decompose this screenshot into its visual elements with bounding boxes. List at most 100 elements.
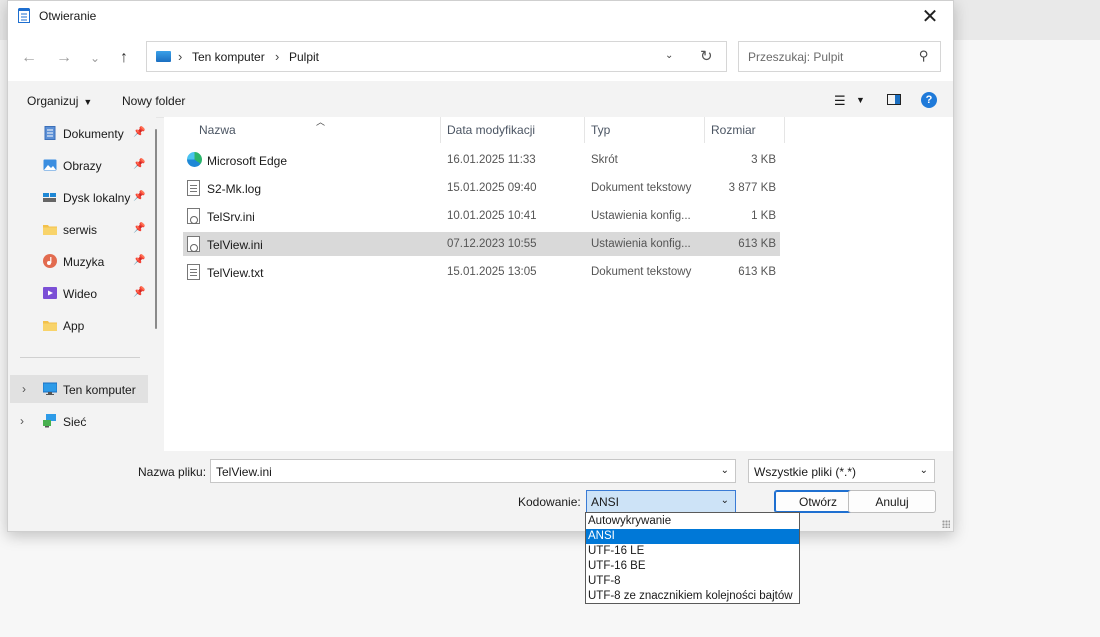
filetype-select[interactable]: Wszystkie pliki (*.*) ⌄ <box>748 459 935 483</box>
file-date: 16.01.2025 11:33 <box>447 154 536 166</box>
cancel-button[interactable]: Anuluj <box>848 490 936 513</box>
column-header-type[interactable]: Typ <box>591 123 610 137</box>
sidebar-item-app[interactable]: App <box>8 311 148 339</box>
file-row[interactable]: S2-Mk.log 15.01.2025 09:40 Dokument teks… <box>183 176 780 200</box>
file-date: 15.01.2025 09:40 <box>447 182 537 194</box>
sidebar-item-label: Dysk lokalny <box>63 191 131 205</box>
breadcrumb-ten-komputer[interactable]: Ten komputer <box>192 50 265 64</box>
text-file-icon <box>187 180 200 196</box>
chevron-down-icon[interactable]: ⌄ <box>721 465 729 476</box>
organize-menu[interactable]: Organizuj ▼ <box>27 94 92 108</box>
help-icon[interactable]: ? <box>921 92 937 108</box>
chevron-right-icon[interactable]: › <box>20 414 24 428</box>
chevron-down-icon[interactable]: ⌄ <box>665 50 673 61</box>
sidebar-item-label: Muzyka <box>63 255 105 269</box>
pin-icon: 📌 <box>133 287 146 298</box>
open-file-dialog: Otwieranie ✕ ← → ⌄ ↑ › Ten komputer › Pu… <box>7 0 954 532</box>
column-header-date[interactable]: Data modyfikacji <box>447 123 535 137</box>
sidebar-item-muzyka[interactable]: Muzyka 📌 <box>8 247 148 275</box>
sidebar-scrollbar[interactable] <box>155 129 157 329</box>
new-folder-button[interactable]: Nowy folder <box>122 94 185 108</box>
encoding-option[interactable]: UTF-8 ze znacznikiem kolejności bajtów <box>586 589 799 604</box>
sidebar-item-label: Wideo <box>63 287 98 301</box>
settings-file-icon <box>187 236 200 252</box>
navigation-bar: ← → ⌄ ↑ › Ten komputer › Pulpit ⌄ ↻ Prze… <box>8 31 953 81</box>
caret-down-icon[interactable]: ▼ <box>856 95 865 105</box>
column-divider[interactable] <box>784 117 785 143</box>
file-row[interactable]: TelSrv.ini 10.01.2025 10:41 Ustawienia k… <box>183 204 780 228</box>
column-header-name[interactable]: Nazwa <box>199 123 236 137</box>
sidebar-divider <box>20 357 140 358</box>
file-row[interactable]: Microsoft Edge 16.01.2025 11:33 Skrót 3 … <box>183 148 780 172</box>
search-placeholder: Przeszukaj: Pulpit <box>748 50 844 64</box>
encoding-value: ANSI <box>591 495 620 509</box>
sidebar-item-label: App <box>63 319 85 333</box>
filename-input[interactable]: TelView.ini ⌄ <box>210 459 736 483</box>
file-name: TelSrv.ini <box>207 210 255 224</box>
encoding-option[interactable]: UTF-16 LE <box>586 544 799 559</box>
resize-grip-icon[interactable] <box>942 520 950 528</box>
file-type: Ustawienia konfig... <box>591 210 691 222</box>
chevron-down-icon: ⌄ <box>919 465 928 476</box>
column-header-size[interactable]: Rozmiar <box>711 123 756 137</box>
file-row-selected[interactable]: TelView.ini 07.12.2023 10:55 Ustawienia … <box>183 232 780 256</box>
title-bar: Otwieranie ✕ <box>8 1 953 31</box>
recent-locations-button[interactable]: ⌄ <box>84 47 106 69</box>
pin-icon: 📌 <box>133 127 146 138</box>
network-icon <box>43 414 56 428</box>
pin-icon: 📌 <box>133 191 146 202</box>
encoding-dropdown-list: Autowykrywanie ANSI UTF-16 LE UTF-16 BE … <box>585 512 800 604</box>
file-row[interactable]: TelView.txt 15.01.2025 13:05 Dokument te… <box>183 260 780 284</box>
sidebar-item-label: Ten komputer <box>63 383 136 397</box>
encoding-option-selected[interactable]: ANSI <box>586 529 799 544</box>
sidebar-item-serwis[interactable]: serwis 📌 <box>8 215 148 243</box>
chevron-right-icon[interactable]: › <box>22 382 26 396</box>
file-type: Dokument tekstowy <box>591 182 692 194</box>
text-file-icon <box>187 264 200 280</box>
back-button[interactable]: ← <box>18 47 40 69</box>
encoding-select[interactable]: ANSI ⌄ <box>586 490 736 513</box>
dialog-footer: Nazwa pliku: TelView.ini ⌄ Wszystkie pli… <box>8 451 953 531</box>
filename-label: Nazwa pliku: <box>138 465 207 479</box>
navigation-pane: Dokumenty 📌 Obrazy 📌 Dysk lokalny 📌 serw… <box>8 117 156 451</box>
settings-file-icon <box>187 208 200 224</box>
pin-icon: 📌 <box>133 255 146 266</box>
encoding-option[interactable]: UTF-16 BE <box>586 559 799 574</box>
sidebar-item-obrazy[interactable]: Obrazy 📌 <box>8 151 148 179</box>
file-size: 3 877 KB <box>728 182 776 194</box>
sidebar-item-label: serwis <box>63 223 98 237</box>
file-type: Dokument tekstowy <box>591 266 692 278</box>
up-button[interactable]: ↑ <box>113 47 135 69</box>
column-divider[interactable] <box>440 117 441 143</box>
column-divider[interactable] <box>584 117 585 143</box>
notepad-icon <box>18 8 30 23</box>
computer-icon <box>156 51 171 62</box>
pictures-icon <box>43 159 57 171</box>
filename-value: TelView.ini <box>216 465 272 479</box>
encoding-option[interactable]: Autowykrywanie <box>586 514 799 529</box>
file-date: 10.01.2025 10:41 <box>447 210 537 222</box>
forward-button[interactable]: → <box>53 47 75 69</box>
close-button[interactable]: ✕ <box>907 1 953 31</box>
pin-icon: 📌 <box>133 159 146 170</box>
preview-pane-icon[interactable] <box>887 94 901 105</box>
documents-icon <box>44 126 56 140</box>
sidebar-item-label: Obrazy <box>63 159 102 173</box>
column-divider[interactable] <box>704 117 705 143</box>
search-input[interactable]: Przeszukaj: Pulpit ⚲ <box>738 41 941 72</box>
encoding-option[interactable]: UTF-8 <box>586 574 799 589</box>
sidebar-item-ten-komputer[interactable]: › Ten komputer <box>10 375 148 403</box>
breadcrumb-separator-icon: › <box>178 49 183 64</box>
sidebar-item-wideo[interactable]: Wideo 📌 <box>8 279 148 307</box>
sidebar-item-dysk-lokalny[interactable]: Dysk lokalny 📌 <box>8 183 148 211</box>
sidebar-item-siec[interactable]: › Sieć <box>8 407 148 435</box>
chevron-down-icon: ⌄ <box>720 495 729 506</box>
file-name: S2-Mk.log <box>207 182 262 196</box>
file-size: 613 KB <box>738 238 776 250</box>
breadcrumb-pulpit[interactable]: Pulpit <box>289 50 319 64</box>
sidebar-item-dokumenty[interactable]: Dokumenty 📌 <box>8 119 148 147</box>
refresh-icon[interactable]: ↻ <box>700 47 713 65</box>
view-list-icon[interactable]: ☰ <box>834 93 846 109</box>
address-bar[interactable]: › Ten komputer › Pulpit ⌄ ↻ <box>146 41 727 72</box>
file-name: TelView.ini <box>207 238 263 252</box>
